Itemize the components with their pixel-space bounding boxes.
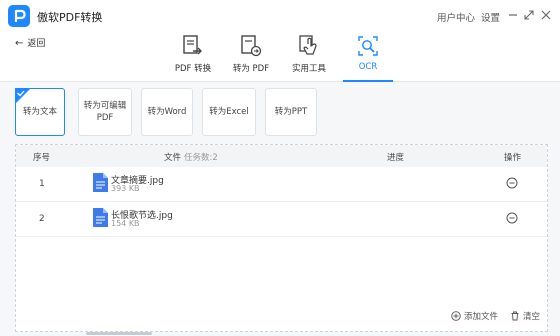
option-to-text-label: 转为文本 xyxy=(22,107,57,117)
remove-icon[interactable] xyxy=(506,177,518,189)
checkmark-icon xyxy=(15,88,31,104)
tab-pdf-convert[interactable]: PDF 转换 xyxy=(166,34,220,82)
table-row[interactable]: 1 文章摘要.jpg 393 KB xyxy=(16,167,547,202)
maximize-icon[interactable] xyxy=(521,7,537,23)
tab-utilities-label: 实用工具 xyxy=(291,64,326,74)
app-title: 傲软PDF转换 xyxy=(37,11,103,24)
horizontal-scrollbar[interactable] xyxy=(86,332,152,335)
option-to-excel[interactable]: 转为Excel xyxy=(202,88,256,136)
col-action-header: 操作 xyxy=(504,153,522,163)
file-size: 154 KB xyxy=(111,219,140,228)
file-size: 393 KB xyxy=(111,184,140,193)
tab-pdf-convert-label: PDF 转换 xyxy=(174,64,212,74)
clear-label: 清空 xyxy=(523,312,541,322)
app-logo-icon xyxy=(8,5,30,27)
active-tab-indicator xyxy=(343,80,393,82)
file-list-panel: 序号 文件 任务数:2 进度 操作 1 文章摘要.jpg 393 KB 2 长恨歌 xyxy=(15,144,548,332)
tab-ocr-label: OCR xyxy=(358,62,378,72)
tab-utilities[interactable]: 实用工具 xyxy=(282,34,336,82)
file-icon xyxy=(93,208,108,227)
settings-link[interactable]: 设置 xyxy=(481,10,500,24)
row-index: 1 xyxy=(39,179,45,189)
ocr-icon xyxy=(358,36,378,56)
option-to-editable-pdf[interactable]: 转为可编辑PDF xyxy=(78,88,132,136)
to-pdf-icon xyxy=(241,35,262,57)
title-bar: 傲软PDF转换 用户中心 设置 xyxy=(0,0,560,32)
row-index: 2 xyxy=(39,214,45,224)
trash-icon xyxy=(511,311,519,321)
add-file-label: 添加文件 xyxy=(464,312,499,322)
pdf-convert-icon xyxy=(183,35,202,55)
option-to-word-label: 转为Word xyxy=(147,107,187,117)
close-icon[interactable] xyxy=(538,7,554,23)
tab-to-pdf[interactable]: 转为 PDF xyxy=(224,34,278,82)
user-center-link[interactable]: 用户中心 xyxy=(437,10,475,24)
clear-button[interactable]: 清空 xyxy=(510,310,540,322)
hand-tool-icon xyxy=(299,35,317,55)
tab-ocr[interactable]: OCR xyxy=(341,34,395,82)
add-file-button[interactable]: 添加文件 xyxy=(451,310,498,322)
col-file-label: 文件 xyxy=(164,153,182,163)
option-to-ppt[interactable]: 转为PPT xyxy=(265,88,317,136)
col-index-header: 序号 xyxy=(33,153,51,163)
back-button[interactable]: ← 返回 xyxy=(15,36,45,49)
back-label: 返回 xyxy=(27,39,46,49)
option-to-ppt-label: 转为PPT xyxy=(274,107,308,117)
add-circle-icon xyxy=(451,311,461,321)
task-count: 任务数:2 xyxy=(184,153,218,163)
tab-to-pdf-label: 转为 PDF xyxy=(232,64,270,74)
option-to-word[interactable]: 转为Word xyxy=(141,88,193,136)
remove-icon[interactable] xyxy=(506,212,518,224)
table-row[interactable]: 2 长恨歌节选.jpg 154 KB xyxy=(16,202,547,237)
main-toolbar: ← 返回 PDF 转换 转为 PDF 实用工具 OCR xyxy=(0,32,560,82)
option-to-excel-label: 转为Excel xyxy=(209,107,249,117)
minimize-icon[interactable] xyxy=(505,7,521,23)
col-progress-header: 进度 xyxy=(387,153,405,163)
back-arrow-icon: ← xyxy=(15,38,24,49)
option-to-editable-pdf-label: 转为可编辑PDF xyxy=(83,101,127,123)
col-file-header: 文件 任务数:2 xyxy=(164,151,218,163)
option-to-text[interactable]: 转为文本 xyxy=(15,88,65,136)
file-icon xyxy=(93,173,108,192)
table-header: 序号 文件 任务数:2 进度 操作 xyxy=(16,145,547,167)
